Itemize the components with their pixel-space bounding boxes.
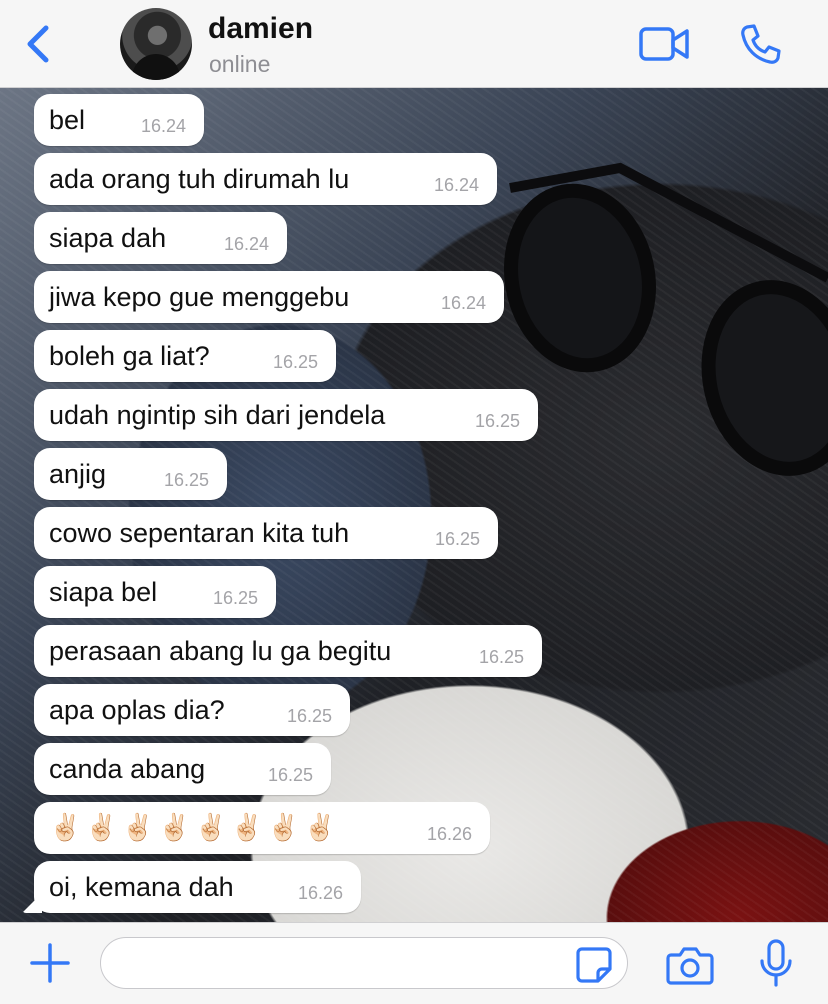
message-time: 16.24 [433,175,479,195]
message-text: oi, kemana dah [49,872,234,902]
microphone-icon [760,939,792,987]
message-text: siapa bel [49,577,158,607]
contact-status: online [209,51,271,77]
chat-header: damien online [0,0,828,88]
message-bubble[interactable]: jiwa kepo gue menggebu 16.24 [34,271,504,323]
message-time: 16.25 [267,765,313,785]
message-bubble[interactable]: siapa dah 16.24 [34,212,287,264]
phone-icon [741,24,781,64]
camera-button[interactable] [666,943,714,987]
message-time: 16.25 [163,470,209,490]
message-bubble[interactable]: oi, kemana dah 16.26 [22,861,361,913]
message-text: siapa dah [49,223,167,253]
back-button[interactable] [20,22,60,66]
message-bubble[interactable]: perasaan abang lu ga begitu 16.25 [34,625,542,677]
camera-icon [666,947,714,985]
voice-call-button[interactable] [738,22,782,66]
message-text: cowo sepentaran kita tuh [49,518,350,548]
microphone-button[interactable] [758,939,794,989]
message-list[interactable]: bel 16.24 ada orang tuh dirumah lu 16.24 sia… [0,88,828,922]
sticker-button[interactable] [574,945,614,985]
video-camera-icon [639,27,689,61]
message-bubble[interactable]: ada orang tuh dirumah lu 16.24 [34,153,497,205]
message-text: ada orang tuh dirumah lu [49,164,350,194]
message-text: boleh ga liat? [49,341,210,371]
message-bubble[interactable]: siapa bel 16.25 [34,566,276,618]
avatar[interactable] [120,8,192,80]
input-bar [0,922,828,1004]
video-call-button[interactable] [638,24,690,64]
message-bubble[interactable]: anjig 16.25 [34,448,227,500]
message-text: apa oplas dia? [49,695,225,725]
message-bubble[interactable]: ✌🏻✌🏻✌🏻✌🏻✌🏻✌🏻✌🏻✌🏻 16.26 [34,802,490,854]
attach-button[interactable] [28,941,72,985]
message-bubble[interactable]: bel 16.24 [34,94,204,146]
contact-name[interactable]: damien [208,12,313,46]
message-time: 16.25 [212,588,258,608]
chevron-left-icon [27,25,49,63]
message-text: udah ngintip sih dari jendela [49,400,386,430]
message-bubble[interactable]: udah ngintip sih dari jendela 16.25 [34,389,538,441]
message-time: 16.25 [286,706,332,726]
message-time: 16.24 [223,234,269,254]
message-text: anjig [49,459,107,489]
message-time: 16.26 [426,824,472,844]
message-time: 16.25 [272,352,318,372]
message-text: ✌🏻✌🏻✌🏻✌🏻✌🏻✌🏻✌🏻✌🏻 [49,812,340,842]
message-time: 16.25 [478,647,524,667]
message-time: 16.24 [140,116,186,136]
message-text: bel [49,105,86,135]
message-time: 16.25 [434,529,480,549]
message-text: jiwa kepo gue menggebu [49,282,350,312]
message-text: perasaan abang lu ga begitu [49,636,392,666]
message-input[interactable] [100,937,628,989]
sticker-icon [576,947,612,983]
message-bubble[interactable]: boleh ga liat? 16.25 [34,330,336,382]
message-bubble[interactable]: apa oplas dia? 16.25 [34,684,350,736]
message-time: 16.24 [440,293,486,313]
message-bubble[interactable]: cowo sepentaran kita tuh 16.25 [34,507,498,559]
message-time: 16.25 [474,411,520,431]
bubble-tail [22,893,42,913]
message-time: 16.26 [297,883,343,903]
message-text: canda abang [49,754,206,784]
message-bubble[interactable]: canda abang 16.25 [34,743,331,795]
plus-icon [30,943,70,983]
